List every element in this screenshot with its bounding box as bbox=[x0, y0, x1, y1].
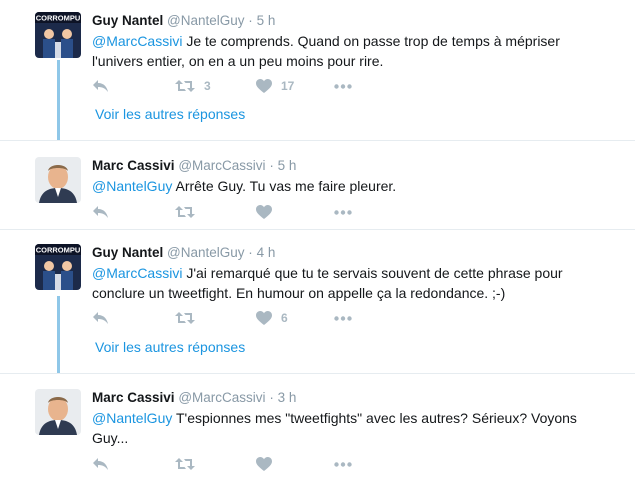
author-name[interactable]: Marc Cassivi bbox=[92, 158, 175, 173]
separator: · bbox=[269, 390, 274, 405]
retweet-button[interactable]: 3 bbox=[175, 78, 211, 94]
author-name[interactable]: Guy Nantel bbox=[92, 13, 163, 28]
retweet-button[interactable] bbox=[175, 310, 204, 326]
mention-link[interactable]: @MarcCassivi bbox=[92, 265, 182, 281]
separator: · bbox=[248, 13, 253, 28]
avatar[interactable] bbox=[35, 389, 81, 435]
more-icon bbox=[334, 461, 352, 467]
tweet-body: Arrête Guy. Tu vas me faire pleurer. bbox=[172, 178, 397, 194]
reply-button[interactable] bbox=[92, 78, 109, 94]
like-button[interactable]: 17 bbox=[256, 78, 294, 94]
tweet-text: @NantelGuy T'espionnes mes "tweetfights"… bbox=[92, 408, 592, 448]
tweet-header: Guy Nantel @NantelGuy · 4 h bbox=[92, 244, 275, 261]
timestamp[interactable]: 5 h bbox=[278, 158, 297, 173]
tweet-header: Guy Nantel @NantelGuy · 5 h bbox=[92, 12, 275, 29]
separator: · bbox=[269, 158, 274, 173]
retweet-count: 3 bbox=[204, 79, 211, 93]
avatar[interactable]: CORROMPU bbox=[35, 244, 81, 290]
reply-icon bbox=[93, 206, 108, 218]
avatar[interactable] bbox=[35, 157, 81, 203]
timestamp[interactable]: 4 h bbox=[257, 245, 276, 260]
tweet-header: Marc Cassivi @MarcCassivi · 3 h bbox=[92, 389, 296, 406]
conversation-thread: CORROMPU Guy Nantel @NantelGuy · 5 h @Ma… bbox=[0, 0, 635, 481]
reply-icon bbox=[93, 80, 108, 92]
more-icon bbox=[334, 315, 352, 321]
author-handle[interactable]: @NantelGuy bbox=[167, 13, 245, 28]
mention-link[interactable]: @NantelGuy bbox=[92, 178, 172, 194]
more-replies-link[interactable]: Voir les autres réponses bbox=[95, 106, 245, 122]
tweet-text: @MarcCassivi J'ai remarqué que tu te ser… bbox=[92, 263, 612, 303]
like-button[interactable] bbox=[256, 456, 281, 472]
more-icon bbox=[334, 83, 352, 89]
retweet-icon bbox=[175, 80, 195, 92]
like-count: 6 bbox=[281, 311, 288, 325]
more-replies-link[interactable]: Voir les autres réponses bbox=[95, 339, 245, 355]
more-button[interactable] bbox=[334, 456, 352, 472]
more-button[interactable] bbox=[334, 78, 352, 94]
reply-button[interactable] bbox=[92, 456, 109, 472]
like-icon bbox=[256, 457, 272, 471]
tweet-text: @MarcCassivi Je te comprends. Quand on p… bbox=[92, 31, 612, 71]
more-icon bbox=[334, 209, 352, 215]
retweet-button[interactable] bbox=[175, 456, 204, 472]
tweet[interactable]: CORROMPU Guy Nantel @NantelGuy · 5 h @Ma… bbox=[0, 12, 635, 132]
like-icon bbox=[256, 311, 272, 325]
retweet-icon bbox=[175, 312, 195, 324]
like-button[interactable]: 6 bbox=[256, 310, 288, 326]
reply-button[interactable] bbox=[92, 204, 109, 220]
reply-icon bbox=[93, 458, 108, 470]
avatar-logo: CORROMPU bbox=[36, 14, 81, 23]
like-count: 17 bbox=[281, 79, 295, 93]
like-icon bbox=[256, 79, 272, 93]
tweet-text: @NantelGuy Arrête Guy. Tu vas me faire p… bbox=[92, 176, 612, 196]
divider bbox=[0, 140, 635, 141]
tweet[interactable]: CORROMPU Guy Nantel @NantelGuy · 4 h @Ma… bbox=[0, 244, 635, 364]
author-name[interactable]: Marc Cassivi bbox=[92, 390, 175, 405]
retweet-icon bbox=[175, 458, 195, 470]
author-handle[interactable]: @MarcCassivi bbox=[178, 390, 265, 405]
avatar[interactable]: CORROMPU bbox=[35, 12, 81, 58]
separator: · bbox=[248, 245, 253, 260]
reply-icon bbox=[93, 312, 108, 324]
avatar-logo: CORROMPU bbox=[36, 246, 81, 255]
divider bbox=[0, 229, 635, 230]
timestamp[interactable]: 3 h bbox=[278, 390, 297, 405]
tweet[interactable]: Marc Cassivi @MarcCassivi · 3 h @NantelG… bbox=[0, 389, 635, 479]
like-icon bbox=[256, 205, 272, 219]
timestamp[interactable]: 5 h bbox=[257, 13, 276, 28]
tweet[interactable]: Marc Cassivi @MarcCassivi · 5 h @NantelG… bbox=[0, 157, 635, 227]
author-handle[interactable]: @NantelGuy bbox=[167, 245, 245, 260]
divider bbox=[0, 373, 635, 374]
retweet-icon bbox=[175, 206, 195, 218]
tweet-header: Marc Cassivi @MarcCassivi · 5 h bbox=[92, 157, 296, 174]
mention-link[interactable]: @MarcCassivi bbox=[92, 33, 182, 49]
more-button[interactable] bbox=[334, 204, 352, 220]
retweet-button[interactable] bbox=[175, 204, 204, 220]
more-button[interactable] bbox=[334, 310, 352, 326]
like-button[interactable] bbox=[256, 204, 281, 220]
author-name[interactable]: Guy Nantel bbox=[92, 245, 163, 260]
reply-button[interactable] bbox=[92, 310, 109, 326]
author-handle[interactable]: @MarcCassivi bbox=[178, 158, 265, 173]
mention-link[interactable]: @NantelGuy bbox=[92, 410, 172, 426]
